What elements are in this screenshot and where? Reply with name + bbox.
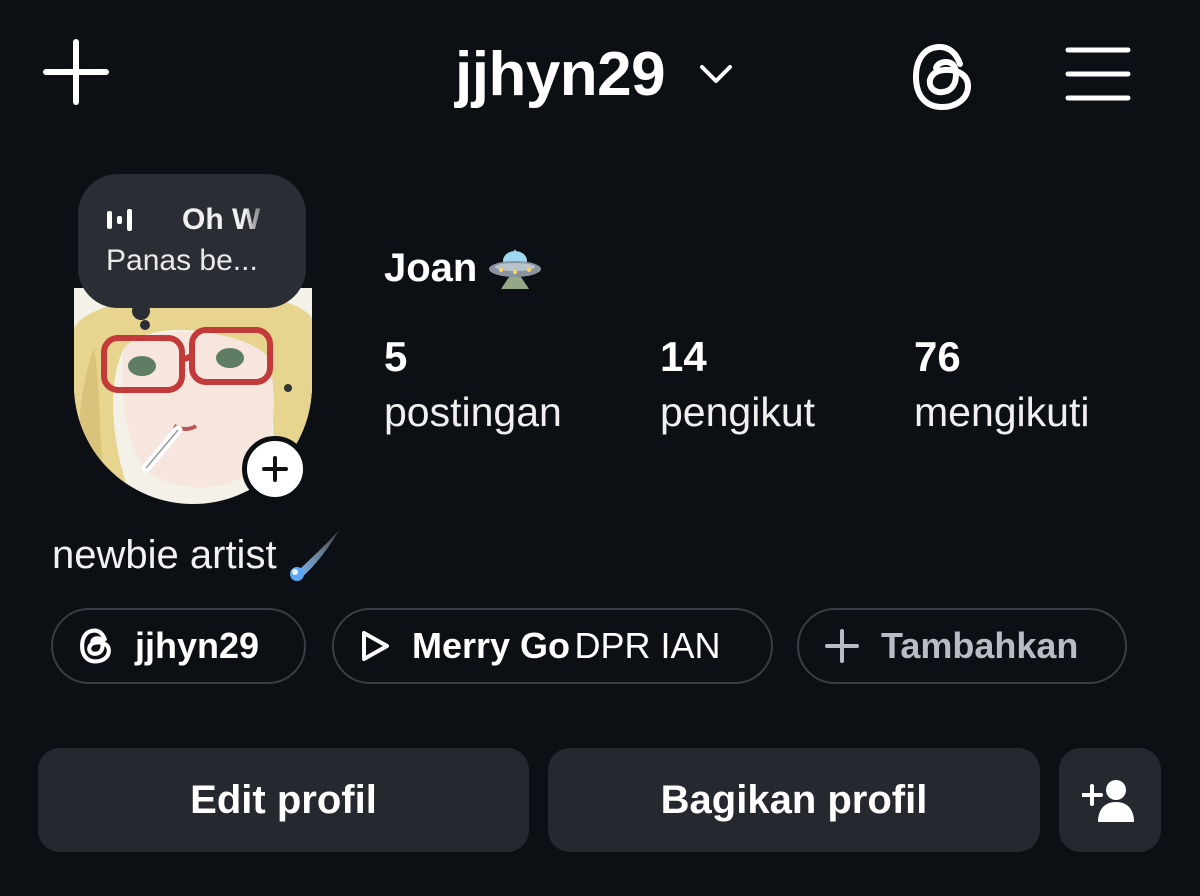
plus-icon	[262, 456, 288, 482]
note-tail-small	[140, 320, 150, 330]
note-bubble[interactable]: Oh W Panas be...	[78, 174, 306, 308]
add-link-label: Tambahkan	[881, 625, 1079, 666]
stat-followers-value: 14	[660, 333, 707, 380]
profile-stats: 5 postingan 14 pengikut 76 mengikuti	[384, 332, 1164, 452]
create-button[interactable]	[40, 36, 112, 108]
audio-wave-icon	[107, 209, 132, 231]
add-person-icon	[1082, 780, 1134, 822]
threads-chip[interactable]: jjhyn29	[51, 608, 306, 684]
music-artist: DPR IAN	[574, 625, 721, 666]
add-link-chip[interactable]: Tambahkan	[797, 608, 1127, 684]
account-switcher[interactable]: jjhyn29	[455, 34, 733, 114]
note-text: Panas be...	[106, 244, 258, 277]
ufo-emoji	[489, 248, 542, 289]
note-song-title: Oh W	[182, 203, 261, 236]
edit-profile-label: Edit profil	[190, 777, 377, 822]
edit-profile-button[interactable]: Edit profil	[38, 748, 529, 852]
profile-username: jjhyn29	[455, 39, 666, 109]
threads-icon	[80, 628, 111, 664]
bio: newbie artist	[52, 528, 341, 582]
play-icon	[362, 631, 389, 661]
stat-followers[interactable]: 14 pengikut	[660, 332, 815, 442]
stat-posts-value: 5	[384, 333, 408, 380]
plus-icon	[43, 39, 109, 105]
share-profile-label: Bagikan profil	[660, 777, 928, 822]
stat-posts-label: postingan	[384, 389, 562, 435]
hamburger-menu-icon	[1065, 47, 1131, 101]
music-title: Merry Go	[412, 625, 571, 666]
note-music-row: Oh W	[106, 198, 286, 242]
music-chip[interactable]: Merry Go DPR IAN	[332, 608, 773, 684]
avatar-area: Oh W Panas be...	[70, 170, 320, 510]
display-name: Joan	[384, 246, 478, 290]
stat-following[interactable]: 76 mengikuti	[914, 332, 1089, 442]
add-story-button[interactable]	[242, 436, 308, 502]
top-bar: jjhyn29	[0, 0, 1200, 150]
music-info: Merry Go DPR IAN	[412, 625, 721, 667]
chevron-down-icon	[700, 65, 733, 83]
stat-following-value: 76	[914, 333, 961, 380]
stat-followers-label: pengikut	[660, 389, 816, 435]
stat-posts[interactable]: 5 postingan	[384, 332, 562, 442]
plus-icon	[825, 629, 859, 663]
bio-text: newbie artist	[52, 532, 277, 577]
threads-button[interactable]	[906, 40, 980, 114]
discover-people-button[interactable]	[1059, 748, 1161, 852]
comet-emoji	[289, 530, 339, 581]
menu-button[interactable]	[1062, 38, 1134, 110]
display-name-row: Joan	[384, 246, 543, 291]
threads-handle: jjhyn29	[135, 625, 260, 666]
stat-following-label: mengikuti	[914, 389, 1090, 435]
note-tail	[132, 302, 150, 320]
profile-page: jjhyn29 Oh W Panas be... Joan 5 postinga…	[0, 0, 1200, 896]
threads-icon	[912, 43, 972, 111]
share-profile-button[interactable]: Bagikan profil	[548, 748, 1040, 852]
